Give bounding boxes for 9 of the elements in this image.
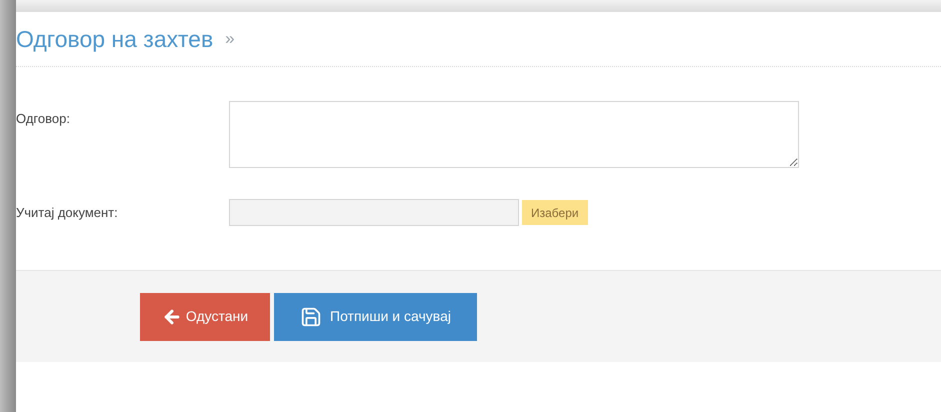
field-label: Учитај документ:	[16, 204, 119, 222]
browse-button[interactable]: Изабери	[522, 200, 588, 225]
cancel-button[interactable]: Одустани	[140, 292, 270, 340]
field-label: Одговор:	[16, 110, 71, 128]
file-path-field[interactable]	[229, 199, 519, 226]
breadcrumb-separator: »	[225, 28, 235, 50]
save-button[interactable]: Потпиши и сачувај	[274, 292, 477, 340]
answer-textarea[interactable]	[229, 101, 799, 168]
page-title: Одговор на захтев	[16, 28, 214, 50]
